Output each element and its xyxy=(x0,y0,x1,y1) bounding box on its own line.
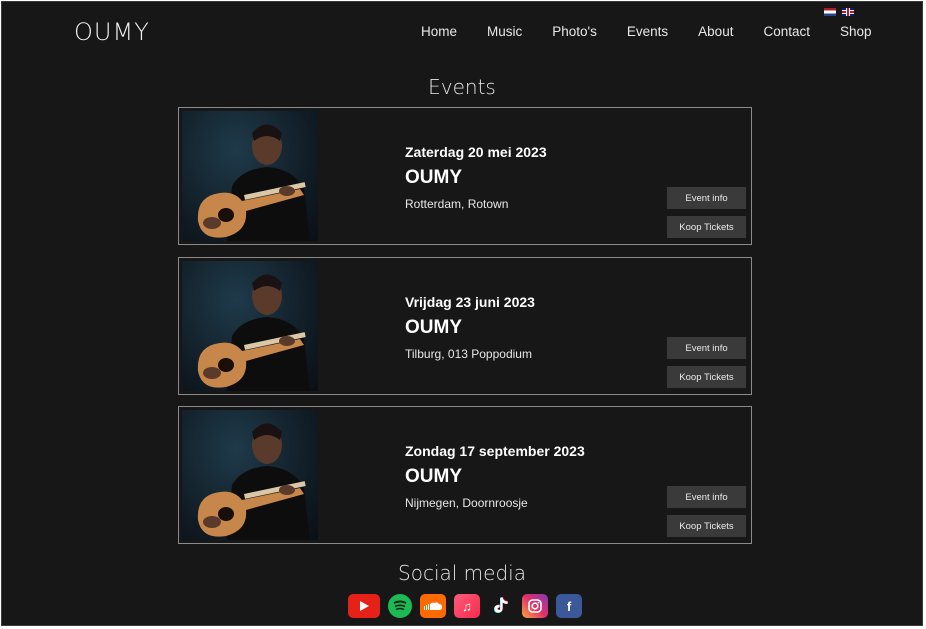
soundcloud-icon[interactable] xyxy=(420,594,446,618)
event-card: Vrijdag 23 juni 2023 OUMY Tilburg, 013 P… xyxy=(178,257,752,395)
nav-contact[interactable]: Contact xyxy=(763,24,810,39)
spotify-icon[interactable] xyxy=(388,594,412,618)
events-heading: Events xyxy=(428,75,496,99)
main-nav: Home Music Photo's Events About Contact … xyxy=(421,24,872,39)
event-card: Zondag 17 september 2023 OUMY Nijmegen, … xyxy=(178,406,752,544)
youtube-icon[interactable] xyxy=(348,594,380,618)
social-media-heading: Social media xyxy=(398,561,526,585)
nav-shop[interactable]: Shop xyxy=(840,24,872,39)
buy-tickets-button[interactable]: Koop Tickets xyxy=(667,366,746,388)
buy-tickets-button[interactable]: Koop Tickets xyxy=(667,515,746,537)
artist-photo xyxy=(182,261,318,391)
tiktok-icon[interactable] xyxy=(488,594,514,618)
instagram-icon[interactable] xyxy=(522,594,548,618)
event-card: Zaterdag 20 mei 2023 OUMY Rotterdam, Rot… xyxy=(178,107,752,245)
language-switcher xyxy=(824,8,854,16)
uk-flag-icon[interactable] xyxy=(842,8,854,16)
event-venue: Rotterdam, Rotown xyxy=(405,197,509,211)
event-artist: OUMY xyxy=(405,167,462,188)
event-venue: Nijmegen, Doornroosje xyxy=(405,496,528,510)
nav-about[interactable]: About xyxy=(698,24,733,39)
event-date: Vrijdag 23 juni 2023 xyxy=(405,294,535,310)
artist-photo xyxy=(182,111,318,241)
event-artist: OUMY xyxy=(405,466,462,487)
event-venue: Tilburg, 013 Poppodium xyxy=(405,347,532,361)
buy-tickets-button[interactable]: Koop Tickets xyxy=(667,216,746,238)
apple-music-icon[interactable]: ♫ xyxy=(454,594,480,618)
nav-photos[interactable]: Photo's xyxy=(552,24,597,39)
site-logo[interactable]: OUMY xyxy=(74,18,150,46)
nl-flag-icon[interactable] xyxy=(824,8,836,16)
event-info-button[interactable]: Event info xyxy=(667,187,746,209)
artist-photo xyxy=(182,410,318,540)
page-frame: OUMY Home Music Photo's Events About Con… xyxy=(1,1,923,626)
event-date: Zaterdag 20 mei 2023 xyxy=(405,144,547,160)
event-info-button[interactable]: Event info xyxy=(667,337,746,359)
nav-home[interactable]: Home xyxy=(421,24,457,39)
facebook-icon[interactable]: f xyxy=(556,594,582,618)
social-icons: ♫ f xyxy=(348,594,582,618)
nav-music[interactable]: Music xyxy=(487,24,522,39)
nav-events[interactable]: Events xyxy=(627,24,668,39)
event-date: Zondag 17 september 2023 xyxy=(405,443,585,459)
event-artist: OUMY xyxy=(405,317,462,338)
event-info-button[interactable]: Event info xyxy=(667,486,746,508)
